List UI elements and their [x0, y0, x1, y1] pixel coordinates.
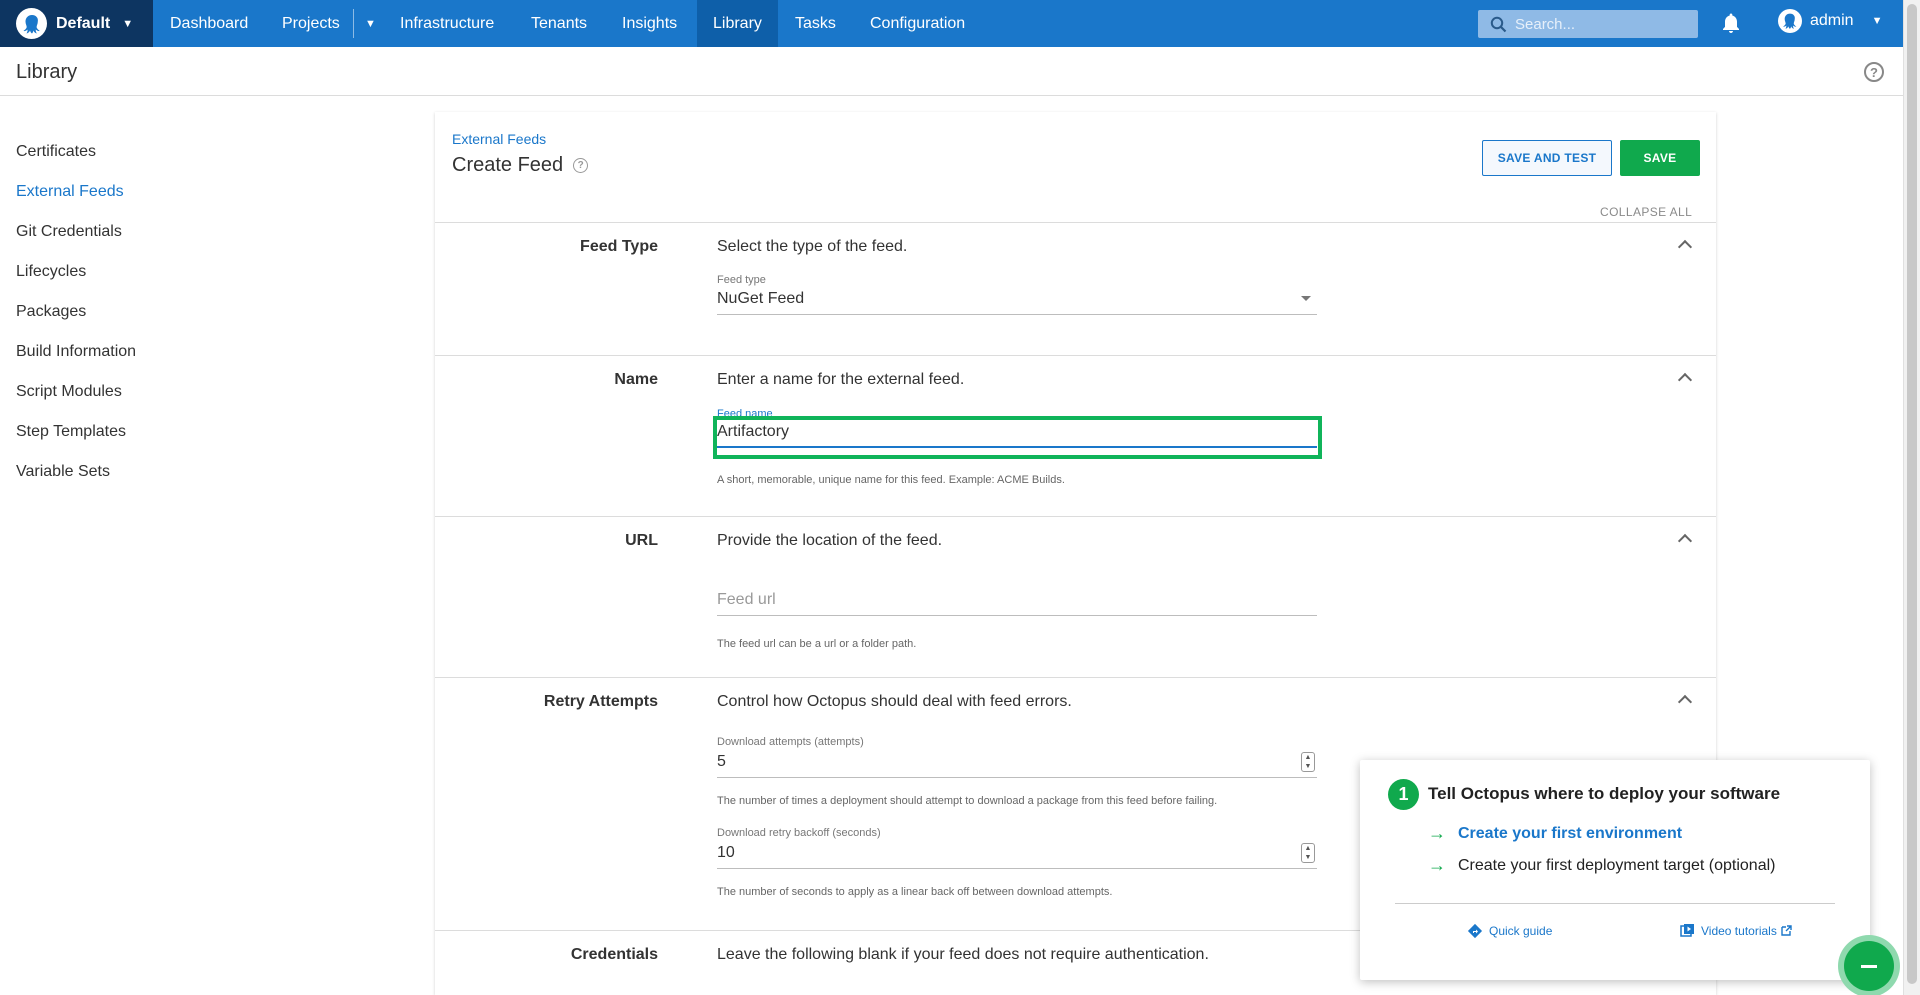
chevron-up-icon[interactable] [1677, 533, 1693, 549]
section-description: Leave the following blank if your feed d… [717, 946, 1209, 963]
chevron-up-icon[interactable] [1677, 694, 1693, 710]
top-nav-bar: Default ▼ Dashboard Projects ▼ Infrastru… [0, 0, 1903, 47]
feed-type-select[interactable]: NuGet Feed [717, 287, 1317, 315]
collapse-all-button[interactable]: COLLAPSE ALL [1600, 205, 1692, 219]
search-placeholder: Search... [1515, 15, 1576, 33]
nav-infrastructure[interactable]: Infrastructure [384, 0, 510, 47]
onboarding-title: Tell Octopus where to deploy your softwa… [1428, 784, 1781, 803]
nav-library[interactable]: Library [697, 0, 778, 47]
directions-icon [1467, 923, 1483, 939]
nav-divider [353, 9, 354, 38]
chevron-down-icon: ▼ [1871, 15, 1883, 27]
sidebar-item-script-modules[interactable]: Script Modules [16, 380, 136, 420]
section-description: Select the type of the feed. [717, 238, 908, 255]
video-tutorials-text: Video tutorials [1701, 923, 1777, 938]
page-header: Library ? [0, 47, 1903, 96]
step-number-badge: 1 [1388, 779, 1419, 810]
section-description: Enter a name for the external feed. [717, 371, 965, 388]
nav-tenants[interactable]: Tenants [515, 0, 603, 47]
search-icon [1490, 16, 1507, 32]
octopus-logo-icon [16, 8, 47, 39]
download-attempts-label: Download attempts (attempts) [717, 736, 864, 748]
section-label: Feed Type [580, 238, 658, 255]
section-description: Control how Octopus should deal with fee… [717, 693, 1072, 710]
create-environment-link[interactable]: → Create your first environment [1428, 823, 1682, 844]
projects-dropdown-icon[interactable]: ▼ [355, 0, 386, 47]
nav-insights[interactable]: Insights [606, 0, 693, 47]
sidebar-item-certificates[interactable]: Certificates [16, 140, 136, 180]
nav-dashboard[interactable]: Dashboard [154, 0, 264, 47]
section-label: URL [625, 532, 658, 549]
page-heading: Create Feed ? [452, 154, 589, 177]
feed-type-section: Feed Type Select the type of the feed. F… [435, 222, 1716, 355]
external-link-icon [1781, 925, 1792, 936]
url-section: URL Provide the location of the feed. Fe… [435, 516, 1716, 677]
feed-name-helper: A short, memorable, unique name for this… [717, 474, 1065, 486]
breadcrumb-external-feeds[interactable]: External Feeds [452, 131, 546, 147]
retry-backoff-value: 10 [717, 844, 735, 861]
section-description: Provide the location of the feed. [717, 532, 943, 549]
section-label: Name [614, 371, 658, 388]
download-attempts-helper: The number of times a deployment should … [717, 795, 1218, 807]
retry-backoff-input[interactable]: 10 ▲ ▼ [717, 841, 1317, 869]
feed-url-helper: The feed url can be a url or a folder pa… [717, 638, 917, 650]
quick-guide-link[interactable]: Quick guide [1467, 923, 1552, 939]
download-attempts-input[interactable]: 5 ▲ ▼ [717, 750, 1317, 778]
onboarding-panel: 1 Tell Octopus where to deploy your soft… [1360, 760, 1870, 980]
number-stepper-icon[interactable]: ▲ ▼ [1301, 843, 1315, 863]
retry-backoff-helper: The number of seconds to apply as a line… [717, 886, 1113, 898]
help-icon[interactable]: ? [1864, 62, 1884, 82]
nav-projects[interactable]: Projects [266, 0, 356, 47]
library-sidebar: Certificates External Feeds Git Credenti… [16, 140, 136, 500]
arrow-right-icon: → [1428, 823, 1446, 843]
create-target-text: Create your first deployment target (opt… [1458, 856, 1776, 874]
sidebar-item-packages[interactable]: Packages [16, 300, 136, 340]
name-section: Name Enter a name for the external feed.… [435, 355, 1716, 516]
nav-tasks[interactable]: Tasks [779, 0, 852, 47]
section-label: Credentials [570, 946, 658, 963]
chevron-up-icon[interactable] [1677, 239, 1693, 255]
feed-url-input[interactable]: Feed url [717, 588, 1317, 616]
minus-icon [1844, 941, 1894, 991]
sidebar-item-external-feeds[interactable]: External Feeds [16, 180, 136, 220]
page-scrollbar[interactable] [1903, 0, 1920, 995]
quick-guide-text: Quick guide [1489, 924, 1553, 938]
create-feed-title: Create Feed [452, 154, 564, 176]
sidebar-item-variable-sets[interactable]: Variable Sets [16, 460, 136, 500]
dropdown-arrow-icon [1301, 296, 1311, 301]
save-and-test-button[interactable]: SAVE AND TEST [1482, 140, 1612, 176]
user-avatar-icon [1778, 9, 1802, 33]
sidebar-item-lifecycles[interactable]: Lifecycles [16, 260, 136, 300]
help-icon[interactable]: ? [573, 158, 589, 173]
create-target-link[interactable]: → Create your first deployment target (o… [1428, 855, 1775, 876]
feed-name-input[interactable]: Artifactory [717, 420, 1317, 448]
notifications-bell-icon[interactable] [1722, 12, 1740, 39]
user-menu[interactable]: admin ▼ [1778, 9, 1882, 33]
video-library-icon [1680, 924, 1694, 937]
sidebar-item-git-credentials[interactable]: Git Credentials [16, 220, 136, 260]
video-tutorials-link[interactable]: Video tutorials [1680, 923, 1792, 938]
retry-backoff-label: Download retry backoff (seconds) [717, 827, 881, 839]
section-label: Retry Attempts [543, 693, 658, 710]
sidebar-item-build-information[interactable]: Build Information [16, 340, 136, 380]
sidebar-item-step-templates[interactable]: Step Templates [16, 420, 136, 460]
arrow-right-icon: → [1428, 855, 1446, 875]
space-switcher[interactable]: Default ▼ [0, 0, 153, 47]
scrollbar-thumb[interactable] [1907, 4, 1917, 984]
chevron-down-icon: ▼ [122, 17, 134, 30]
divider [1395, 903, 1835, 904]
collapse-onboarding-button[interactable] [1838, 935, 1900, 995]
user-name: admin [1810, 12, 1854, 29]
feed-type-label: Feed type [717, 274, 766, 286]
feed-type-value: NuGet Feed [717, 290, 805, 307]
chevron-up-icon[interactable] [1677, 372, 1693, 388]
number-stepper-icon[interactable]: ▲ ▼ [1301, 752, 1315, 772]
search-input[interactable]: Search... [1478, 10, 1698, 38]
nav-configuration[interactable]: Configuration [854, 0, 981, 47]
download-attempts-value: 5 [717, 753, 726, 770]
save-button[interactable]: SAVE [1620, 140, 1700, 176]
create-environment-text: Create your first environment [1458, 824, 1683, 842]
space-name: Default [56, 14, 111, 32]
page-title: Library [16, 61, 78, 83]
